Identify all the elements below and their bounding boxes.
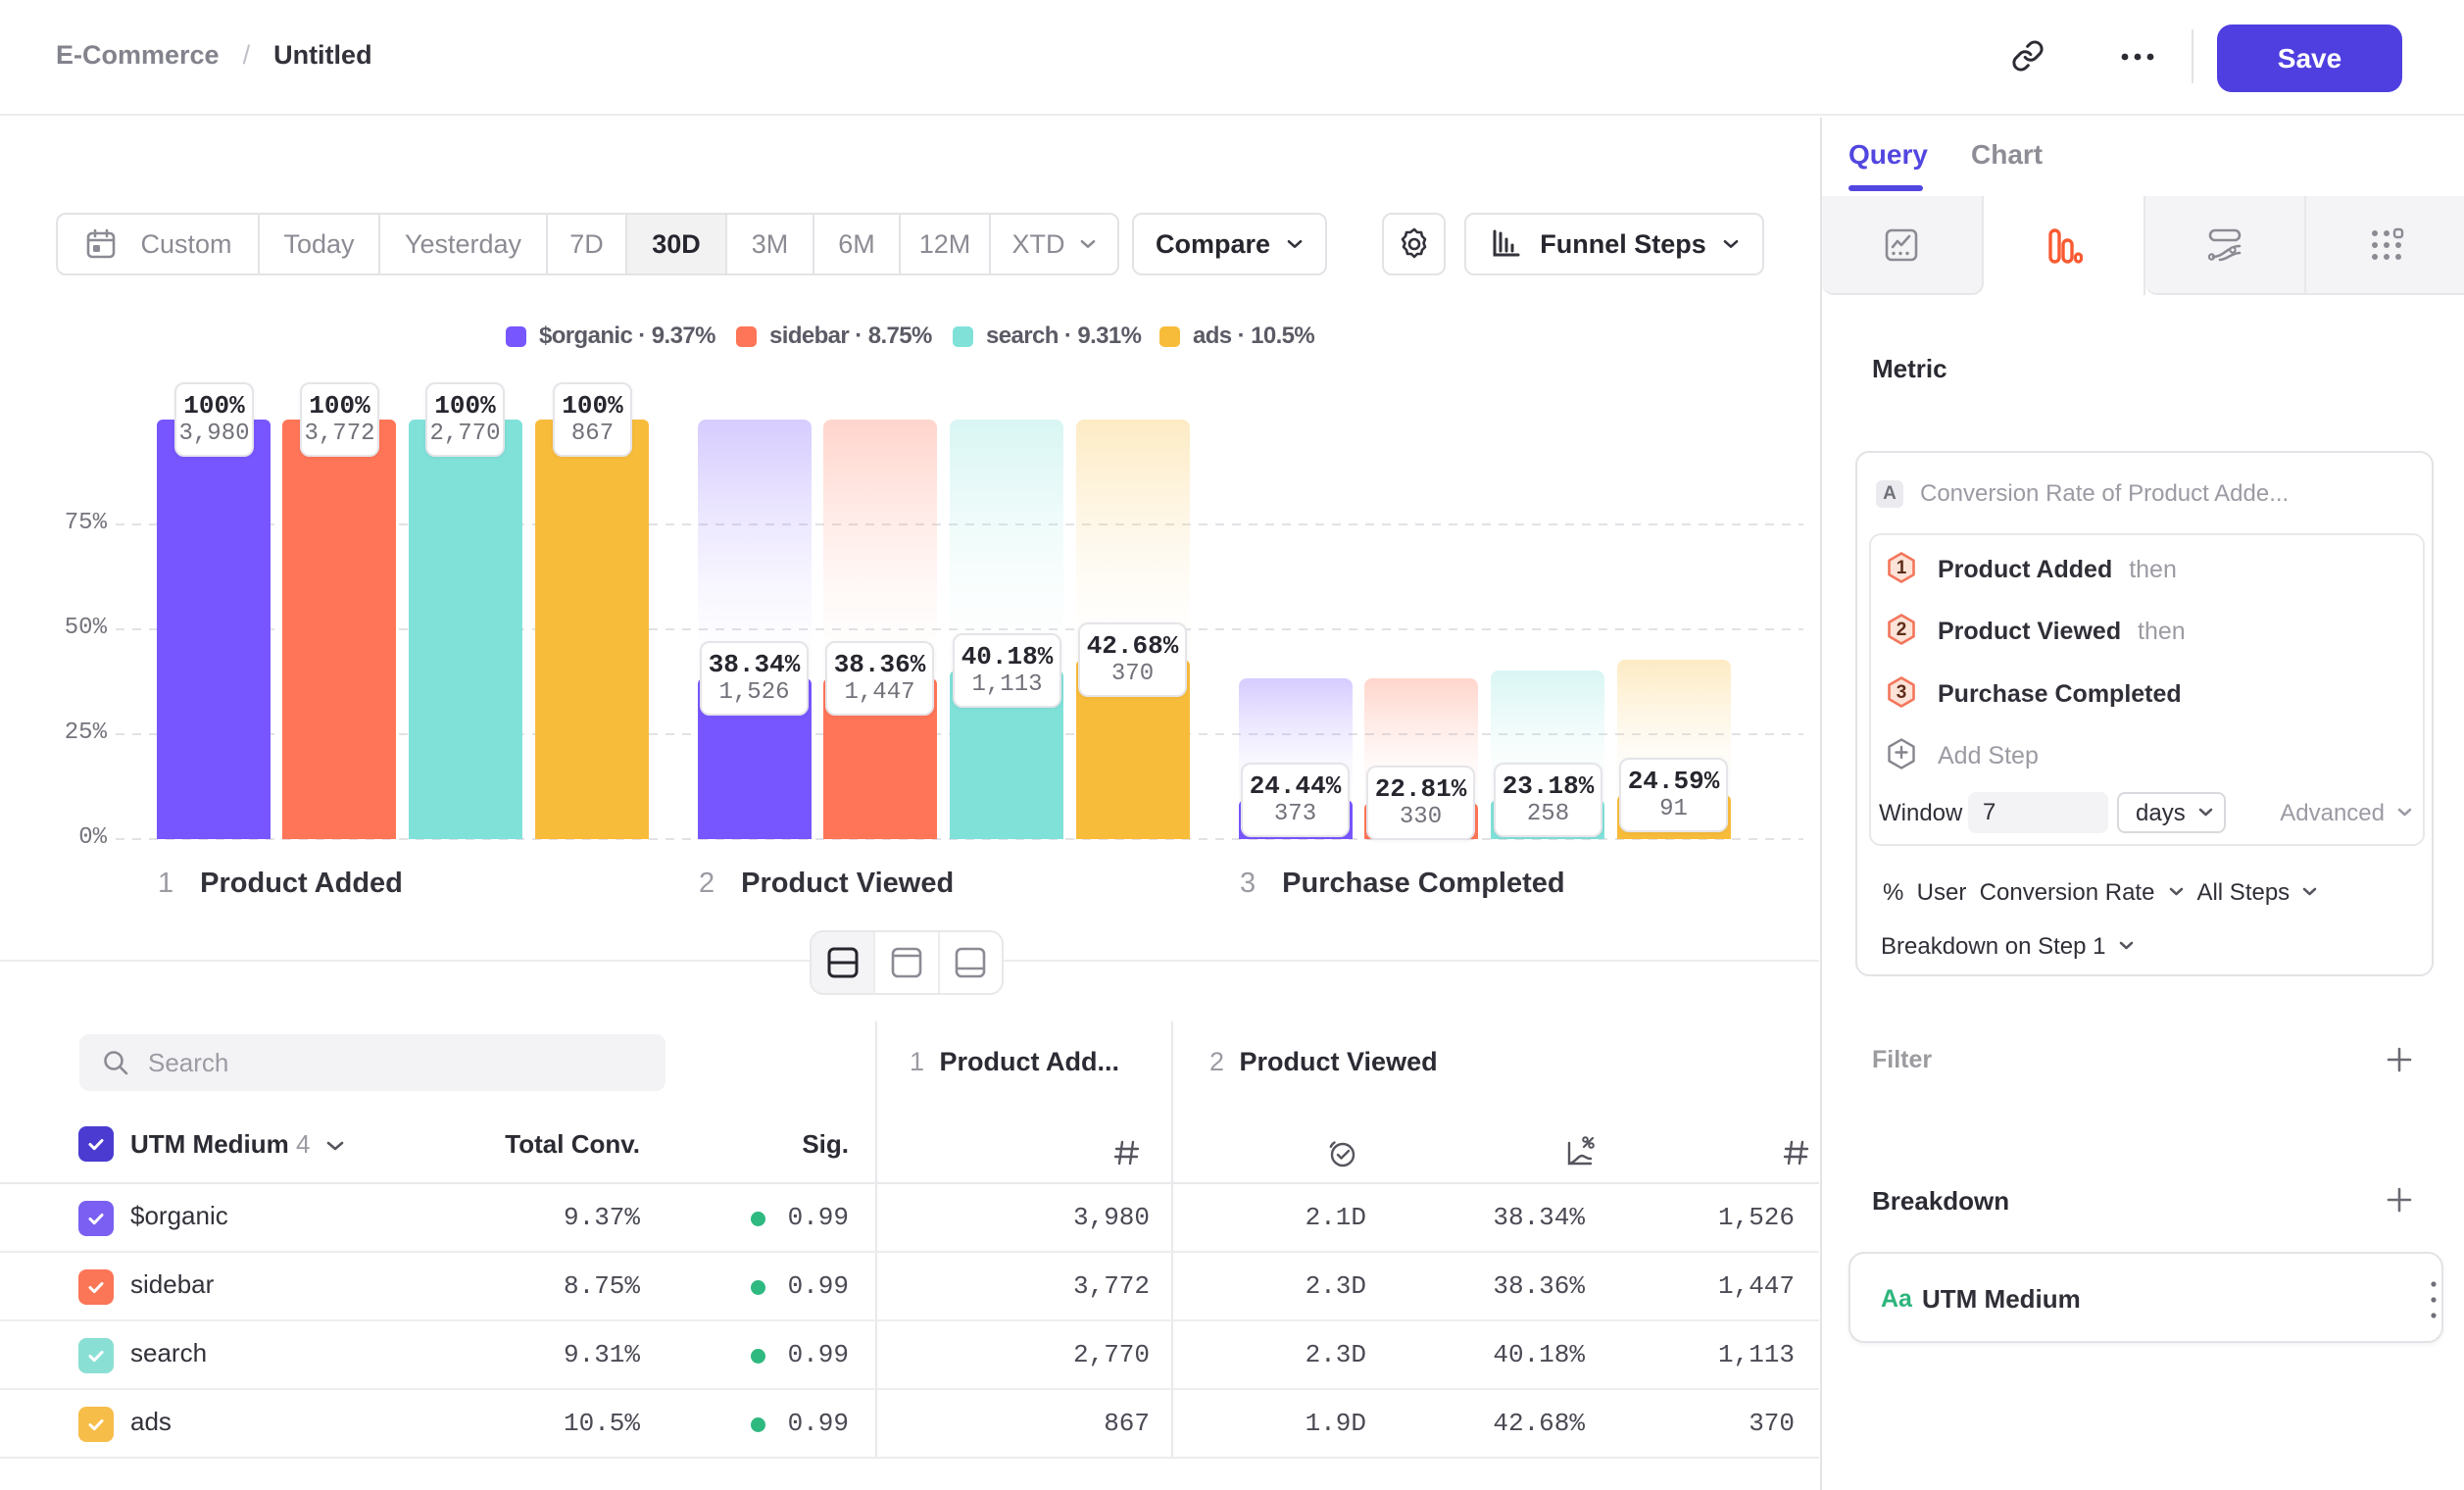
svg-text:2: 2 <box>1897 620 1907 640</box>
svg-text:1: 1 <box>1897 558 1907 578</box>
svg-text:3: 3 <box>1897 682 1907 703</box>
